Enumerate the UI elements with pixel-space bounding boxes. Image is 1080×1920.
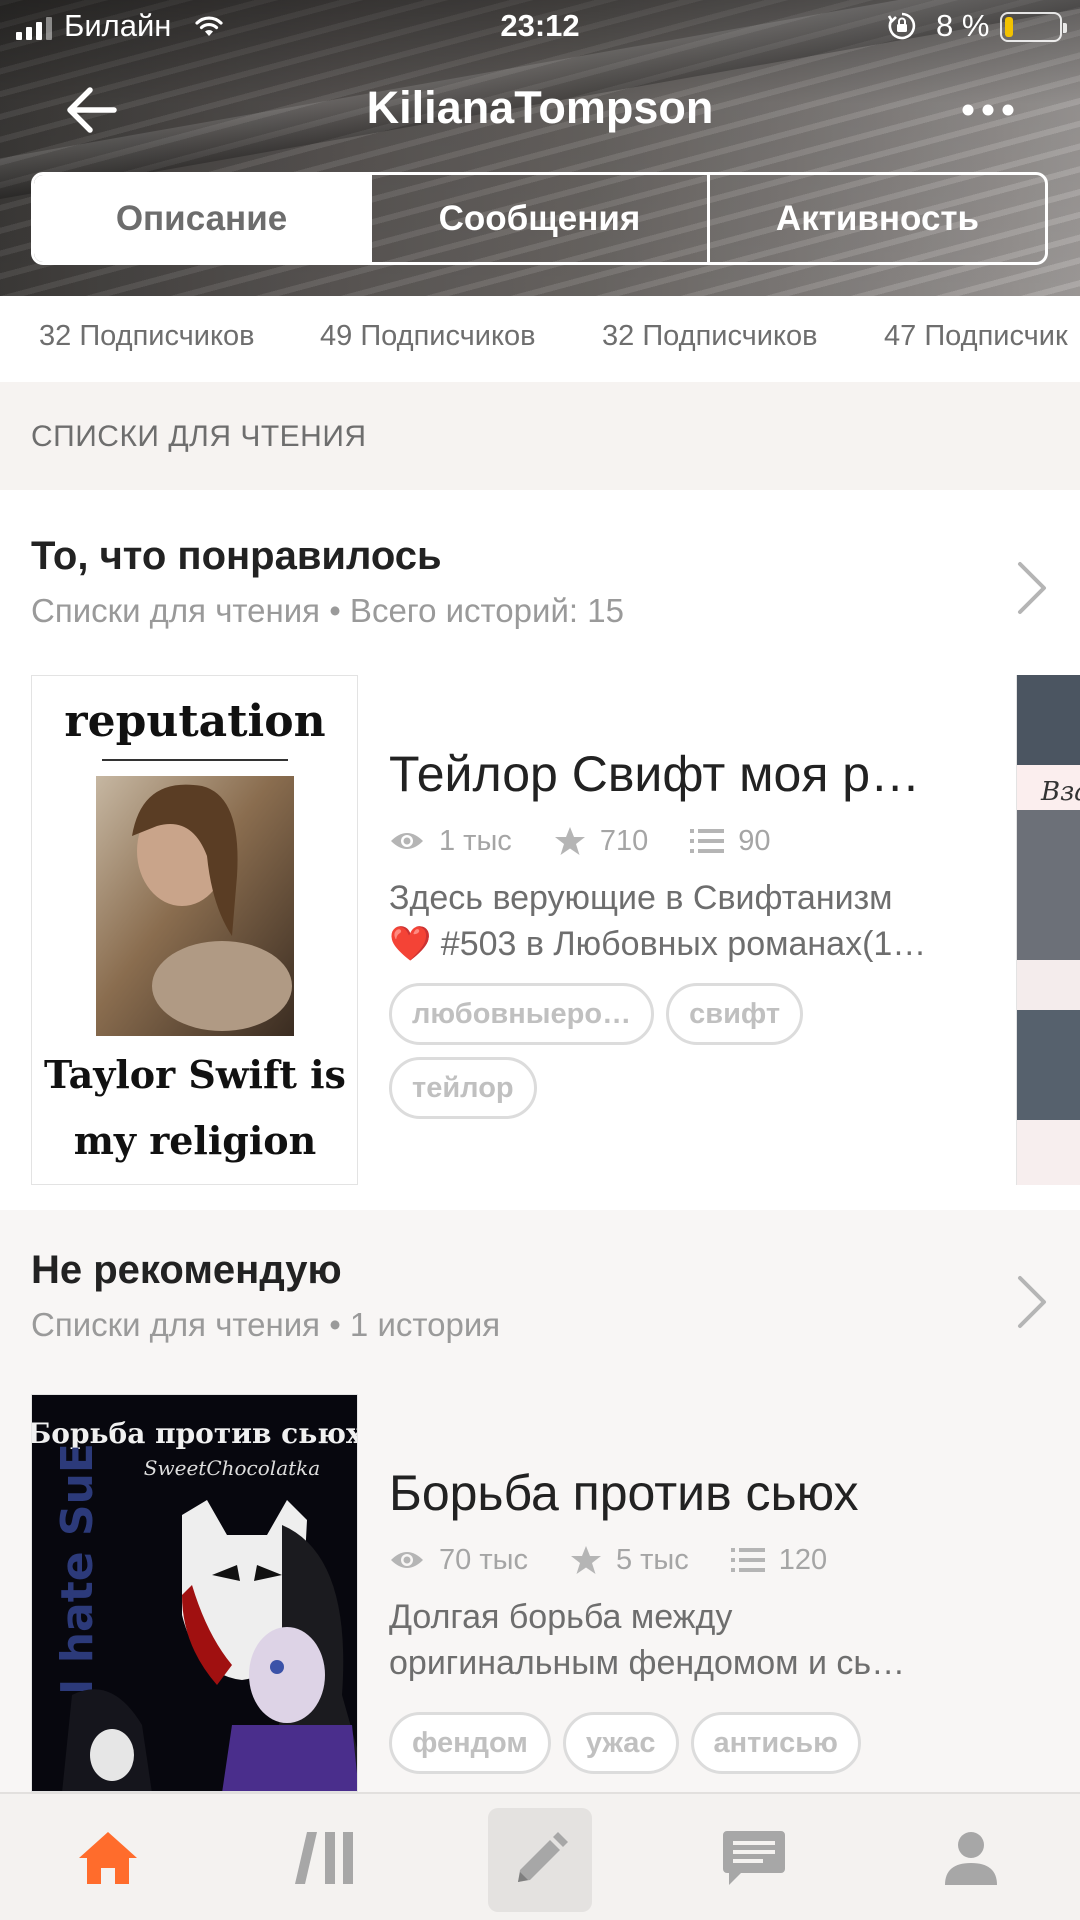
tab-description[interactable]: Описание: [34, 175, 369, 262]
followers-count[interactable]: 32 Подписчиков: [602, 320, 818, 353]
profile-icon: [945, 1832, 997, 1885]
tab-activity[interactable]: Активность: [707, 175, 1045, 262]
tag-chip[interactable]: свифт: [666, 983, 804, 1045]
story-stats: 70 тыс 5 тыс 120: [389, 1540, 869, 1580]
description-line: Долгая борьба между: [389, 1598, 733, 1636]
tab-messages[interactable]: Сообщения: [369, 175, 707, 262]
cover-art-sue: Борьба против сьюх SweetChocolatka I hat…: [32, 1395, 357, 1791]
story-card[interactable]: Борьба против сьюх SweetChocolatka I hat…: [0, 1394, 1080, 1792]
list-icon: [690, 829, 725, 853]
story-title[interactable]: Тейлор Свифт моя р…: [389, 745, 949, 803]
tag-chip[interactable]: ужас: [562, 1712, 679, 1774]
star-icon: [554, 827, 585, 855]
chevron-right-icon: [1018, 562, 1046, 614]
tag-chip[interactable]: фендом: [389, 1712, 551, 1774]
chat-bubble-icon: [723, 1831, 785, 1885]
cover-side-text: I hate SuE: [52, 1443, 103, 1695]
reading-lists-section-title: СПИСКИ ДЛЯ ЧТЕНИЯ: [0, 382, 1080, 490]
votes-count: 5 тыс: [615, 1543, 689, 1576]
next-cover-art: Вза: [1017, 675, 1080, 1185]
story-stats: 1 тыс 710 90: [389, 821, 812, 861]
nav-library[interactable]: [265, 1794, 385, 1920]
nav-messages[interactable]: [694, 1794, 814, 1920]
list-icon: [730, 1548, 765, 1572]
nav-home[interactable]: [48, 1794, 168, 1920]
status-time: 23:12: [500, 8, 580, 43]
reads-count: 1 тыс: [439, 824, 512, 857]
followers-count[interactable]: 32 Подписчиков: [39, 320, 255, 353]
description-line: ❤️ #503 в Любовных романах(1…: [389, 925, 927, 963]
reading-list-header[interactable]: Не рекомендую Списки для чтения • 1 исто…: [0, 1210, 1080, 1394]
reads-stat: 1 тыс: [389, 825, 512, 858]
pencil-icon: [518, 1832, 568, 1882]
bottom-navigation: [0, 1792, 1080, 1920]
cover-art-reputation: reputation Taylor Swift is my religion: [32, 676, 357, 1184]
description-line: оригинальным фендомом и сь…: [389, 1644, 906, 1682]
story-cover[interactable]: reputation Taylor Swift is my religion: [31, 675, 358, 1185]
page-title: KilianaTompson: [366, 82, 714, 133]
cover-title-text: reputation: [64, 696, 325, 747]
home-icon: [79, 1832, 137, 1884]
story-title[interactable]: Борьба против сьюх: [389, 1464, 949, 1522]
votes-stat: 710: [554, 825, 648, 858]
nav-profile[interactable]: [911, 1794, 1031, 1920]
profile-tabs: Описание Сообщения Активность: [31, 172, 1048, 265]
reads-stat: 70 тыс: [389, 1544, 528, 1577]
eye-icon: [391, 1552, 423, 1568]
nav-write[interactable]: [488, 1808, 592, 1912]
parts-stat: 120: [730, 1543, 828, 1577]
followers-count[interactable]: 47 Подписчик: [884, 320, 1068, 353]
reading-list-subtitle: Списки для чтения • Всего историй: 15: [31, 592, 624, 629]
reading-list-title: То, что понравилось: [31, 534, 442, 578]
story-tags: любовныеро… свифт тейлор: [389, 983, 949, 1119]
reading-list-header[interactable]: То, что понравилось Списки для чтения • …: [0, 508, 1080, 648]
story-card[interactable]: reputation Taylor Swift is my religion Т…: [0, 675, 1080, 1210]
story-description: Долгая борьба между оригинальным фендомо…: [389, 1594, 959, 1686]
cover-author-text: SweetChocolatka: [144, 1456, 320, 1480]
votes-stat: 5 тыс: [570, 1544, 689, 1577]
profile-header: Билайн 23:12 8 % KilianaTompson Описание…: [0, 0, 1080, 296]
rotation-lock-icon: [887, 12, 916, 40]
library-icon: [295, 1832, 353, 1884]
story-cover[interactable]: Борьба против сьюх SweetChocolatka I hat…: [31, 1394, 358, 1792]
more-dots-icon[interactable]: [958, 92, 1018, 128]
following-strip: 32 Подписчиков 49 Подписчиков 32 Подписч…: [0, 296, 1080, 382]
followers-count[interactable]: 49 Подписчиков: [320, 320, 536, 353]
eye-icon: [391, 833, 423, 849]
star-icon: [570, 1546, 601, 1574]
tag-chip[interactable]: антисью: [690, 1712, 861, 1774]
parts-stat: 90: [690, 825, 770, 858]
chevron-right-icon: [1018, 1276, 1046, 1328]
reads-count: 70 тыс: [439, 1543, 528, 1576]
description-line: Здесь верующие в Свифтанизм: [389, 879, 893, 917]
votes-count: 710: [599, 824, 649, 857]
next-story-cover[interactable]: Вза: [1016, 675, 1080, 1185]
status-bar: Билайн 23:12 8 %: [0, 0, 1080, 54]
reading-list-title: Не рекомендую: [31, 1248, 342, 1292]
tag-chip[interactable]: тейлор: [389, 1057, 537, 1119]
cover-caption-line2: my religion: [74, 1118, 317, 1163]
battery-percentage: 8 %: [936, 8, 990, 43]
parts-count: 90: [738, 824, 771, 857]
tag-chip[interactable]: любовныеро…: [389, 983, 655, 1045]
next-cover-text: Вза: [1040, 777, 1080, 807]
cover-caption-line1: Taylor Swift is: [44, 1052, 346, 1097]
battery-icon: [1000, 12, 1067, 42]
parts-count: 120: [778, 1543, 828, 1576]
story-tags: фендом ужас антисью: [389, 1712, 949, 1774]
story-description: Здесь верующие в Свифтанизм ❤️ #503 в Лю…: [389, 875, 959, 967]
reading-list-subtitle: Списки для чтения • 1 история: [31, 1306, 501, 1343]
